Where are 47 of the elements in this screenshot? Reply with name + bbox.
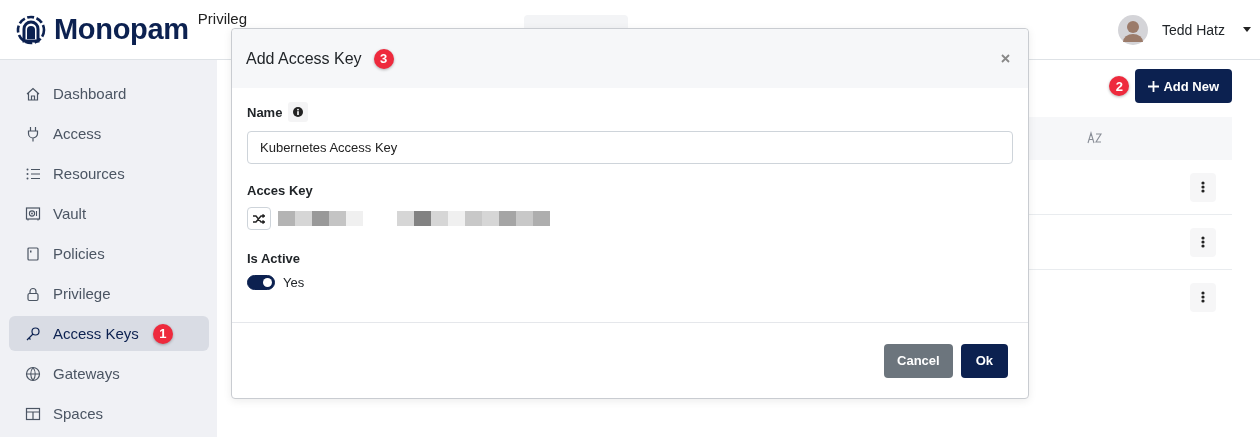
more-actions-button[interactable] [1190, 172, 1216, 202]
sidebar-item[interactable]: Policies [9, 236, 209, 271]
plug-icon [25, 125, 41, 142]
info-icon[interactable] [288, 102, 309, 122]
app-subtitle: Privileg [197, 11, 248, 26]
active-toggle[interactable] [247, 275, 275, 290]
add-new-button[interactable]: Add New [1135, 69, 1232, 103]
sidebar-item[interactable]: Spaces [9, 396, 209, 431]
field-label: Is Active [247, 250, 300, 266]
sidebar-item[interactable]: Privilege [9, 276, 209, 311]
kebab-icon [1201, 291, 1205, 303]
lock-icon [25, 285, 41, 302]
step-badge: 3 [373, 48, 394, 69]
globe-icon [25, 365, 41, 382]
key-icon [25, 325, 41, 342]
plus-icon [1148, 80, 1160, 92]
toggle-label: Yes [283, 275, 305, 290]
kebab-icon [1201, 181, 1205, 193]
sidebar-item[interactable]: Resources [9, 156, 209, 191]
more-actions-button[interactable] [1190, 227, 1216, 257]
home-icon [25, 85, 41, 102]
sort-icon[interactable] [1087, 131, 1103, 145]
more-actions-button[interactable] [1190, 282, 1216, 312]
user-name[interactable]: Tedd Hatz [1161, 21, 1225, 38]
document-icon [25, 245, 41, 262]
caret-icon[interactable] [1243, 27, 1251, 32]
step-badge: 2 [1109, 76, 1130, 96]
field-label: Acces Key [247, 182, 313, 198]
shuffle-button[interactable] [247, 207, 271, 230]
shuffle-icon [253, 213, 265, 224]
sidebar-item[interactable]: Vault [9, 196, 209, 231]
dialog-title: Add Access Key [246, 49, 362, 68]
layout-icon [25, 405, 41, 422]
sidebar-item[interactable]: Dashboard [9, 76, 209, 111]
sidebar-item[interactable]: Gateways [9, 356, 209, 391]
avatar[interactable] [1117, 14, 1148, 45]
brand-name: Monopam [54, 13, 189, 46]
name-field[interactable]: Kubernetes Access Key [247, 131, 1013, 164]
sidebar-item[interactable]: Access Keys 1 [9, 316, 209, 351]
step-badge: 1 [152, 323, 173, 344]
field-label: Name [247, 104, 283, 120]
kebab-icon [1201, 236, 1205, 248]
sidebar-item[interactable]: Access [9, 116, 209, 151]
safe-icon [25, 205, 41, 222]
logo-icon [16, 13, 46, 46]
cancel-button[interactable]: Cancel [884, 343, 953, 378]
ok-button[interactable]: Ok [960, 343, 1008, 378]
